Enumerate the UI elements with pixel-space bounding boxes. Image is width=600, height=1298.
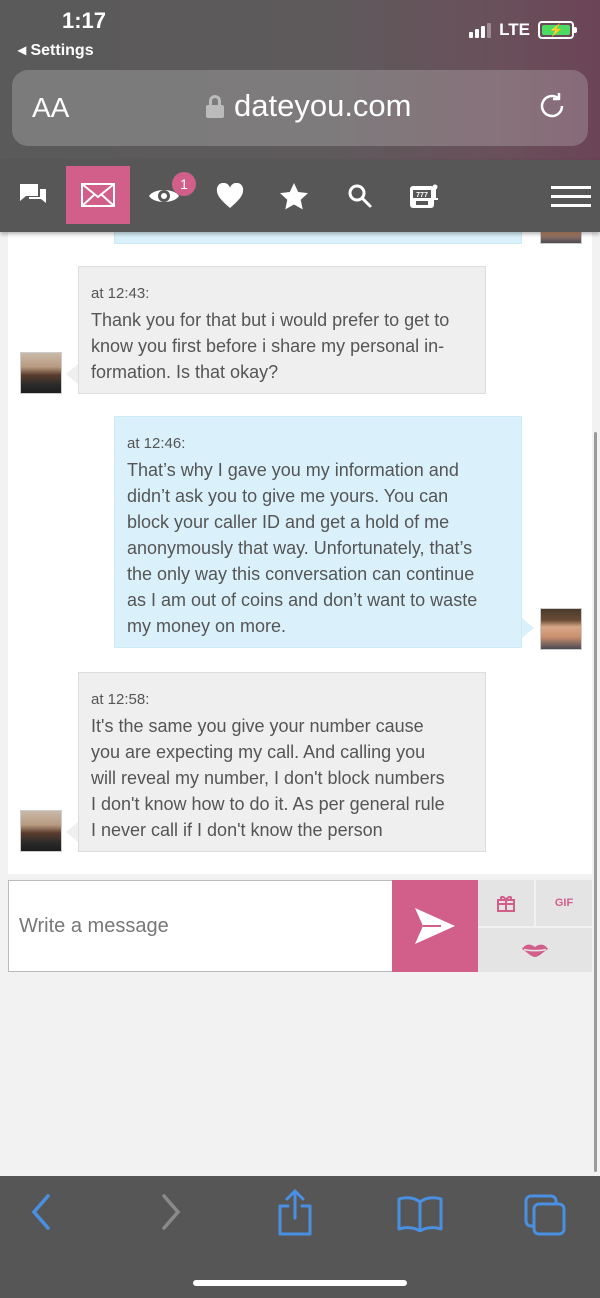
nav-views[interactable] <box>144 160 184 232</box>
message-text: That’s why I gave you my information and… <box>127 460 478 636</box>
message-text: It's the same you give your number cause… <box>91 716 445 840</box>
battery-icon: ⚡ <box>538 21 577 39</box>
share-button[interactable] <box>276 1188 314 1241</box>
message-text: Thank you for that but i would prefer to… <box>91 310 450 382</box>
signal-icon <box>469 22 492 38</box>
avatar[interactable] <box>20 352 62 394</box>
reload-button[interactable] <box>536 90 568 127</box>
avatar[interactable] <box>540 608 582 650</box>
nav-mail[interactable] <box>66 166 130 224</box>
avatar[interactable] <box>20 810 62 852</box>
message-time: at 12:46: <box>127 435 186 452</box>
text-size-button[interactable]: AA <box>32 92 69 124</box>
tabs-icon <box>524 1194 566 1236</box>
tabs-button[interactable] <box>522 1192 568 1241</box>
heart-icon <box>216 183 244 208</box>
chevron-left-icon <box>31 1194 50 1230</box>
url-display[interactable]: dateyou.com <box>206 88 412 124</box>
message-time: at 12:43: <box>91 285 150 302</box>
back-button[interactable] <box>28 1192 54 1237</box>
bubble-tail <box>66 364 78 384</box>
bookmarks-button[interactable] <box>396 1194 444 1237</box>
chevron-right-icon <box>162 1194 181 1230</box>
message-composer: GIF <box>8 880 592 974</box>
back-to-settings[interactable]: ◂ Settings <box>18 40 94 60</box>
messages-icon <box>20 184 46 203</box>
conversation-panel[interactable]: at 12:43: Thank you for that but i would… <box>8 232 592 874</box>
avatar[interactable] <box>540 232 582 244</box>
previous-message-bubble <box>114 232 522 244</box>
slot-machine-icon: 777 <box>410 184 438 208</box>
svg-text:777: 777 <box>416 192 428 199</box>
reload-icon <box>540 93 564 118</box>
menu-button[interactable] <box>548 160 594 232</box>
lips-icon <box>522 944 548 957</box>
status-time: 1:17 <box>62 8 107 33</box>
gif-button[interactable]: GIF <box>536 880 592 926</box>
app-nav-bar: 777 <box>0 160 600 232</box>
menu-icon <box>551 180 591 213</box>
nav-likes[interactable] <box>210 160 250 232</box>
message-bubble-outgoing: at 12:46: That’s why I gave you my infor… <box>114 416 522 648</box>
share-icon <box>278 1189 312 1236</box>
nav-search[interactable] <box>340 160 380 232</box>
nav-chat[interactable] <box>10 160 56 232</box>
nav-games[interactable]: 777 <box>404 160 444 232</box>
lock-icon <box>206 95 224 118</box>
home-indicator <box>193 1280 407 1286</box>
message-bubble-incoming: at 12:58: It's the same you give your nu… <box>78 672 486 852</box>
message-time: at 12:58: <box>91 691 150 708</box>
address-bar[interactable]: AA dateyou.com <box>12 70 588 146</box>
nav-favorites[interactable] <box>274 160 314 232</box>
send-icon <box>415 908 455 944</box>
message-bubble-incoming: at 12:43: Thank you for that but i would… <box>78 266 486 394</box>
status-indicators: LTE ⚡ <box>469 20 577 40</box>
kiss-button[interactable] <box>478 928 592 972</box>
star-icon <box>280 183 308 210</box>
gift-button[interactable] <box>478 880 534 926</box>
search-icon <box>348 184 372 208</box>
forward-button[interactable] <box>158 1192 184 1237</box>
views-badge: 1 <box>172 172 196 196</box>
message-input[interactable] <box>8 880 393 972</box>
domain-text: dateyou.com <box>234 88 412 123</box>
bubble-tail <box>522 618 534 638</box>
browser-chrome: 1:17 ◂ Settings LTE ⚡ AA dateyou.com <box>0 0 600 160</box>
bookmarks-icon <box>397 1196 443 1233</box>
scrollbar[interactable] <box>594 432 597 1172</box>
send-button[interactable] <box>392 880 478 972</box>
mail-icon <box>81 183 115 207</box>
gift-icon <box>497 896 515 912</box>
network-label: LTE <box>499 20 530 39</box>
bubble-tail <box>66 822 78 842</box>
